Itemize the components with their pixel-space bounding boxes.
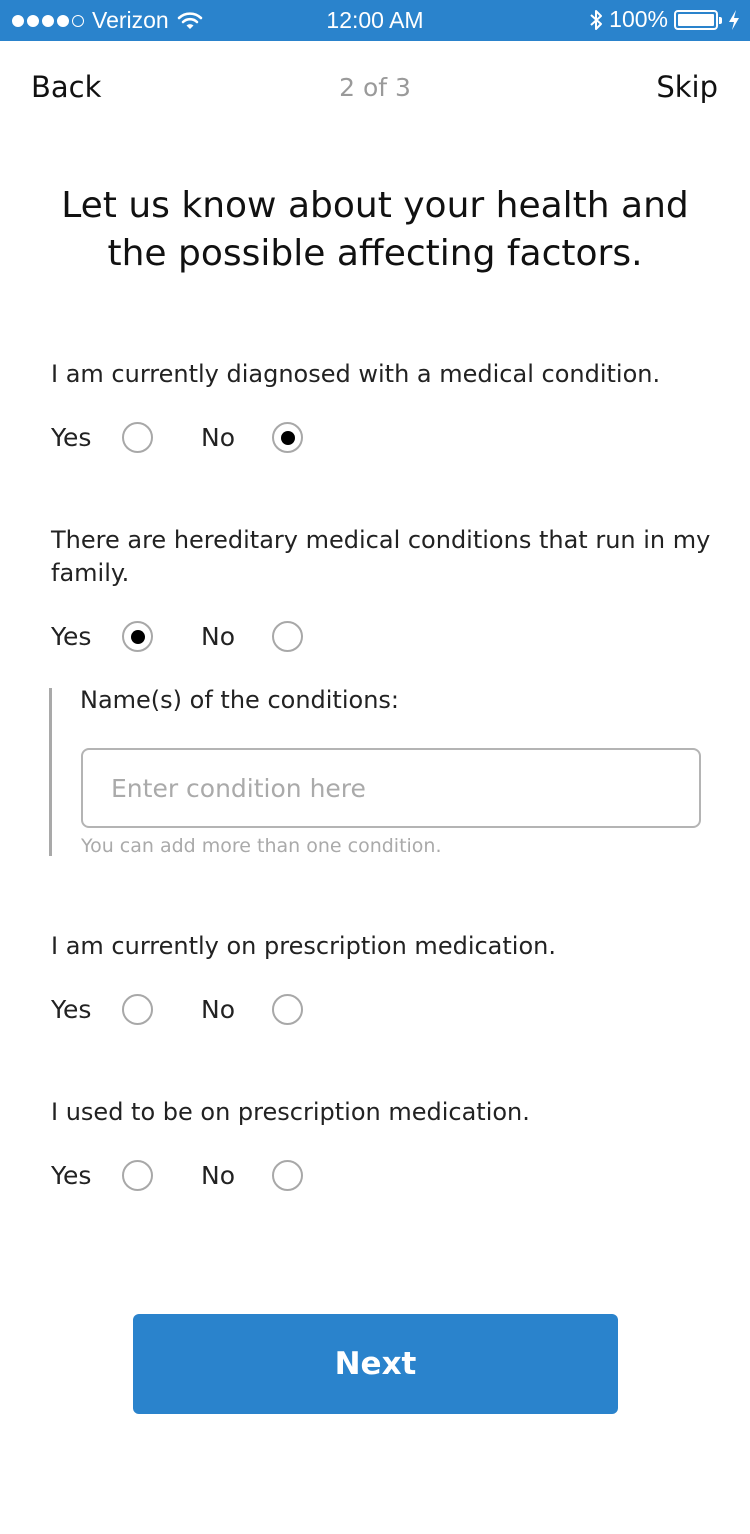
yes-radio[interactable]: [122, 621, 153, 652]
battery-percent: 100%: [609, 6, 668, 32]
bluetooth-icon: [590, 9, 603, 30]
status-right: 100%: [589, 6, 740, 33]
status-bar: Verizon 12:00 AM 100%: [0, 0, 750, 41]
no-label: No: [201, 1161, 235, 1190]
yes-label: Yes: [51, 622, 92, 651]
conditions-hint: You can add more than one condition.: [81, 835, 442, 857]
question-text: I am currently diagnosed with a medical …: [51, 360, 661, 388]
no-radio[interactable]: [272, 422, 303, 453]
yes-radio[interactable]: [122, 994, 153, 1025]
step-indicator: 2 of 3: [339, 73, 411, 102]
yes-label: Yes: [51, 995, 92, 1024]
question-text: I used to be on prescription medication.: [51, 1098, 530, 1126]
page-title: Let us know about your health and the po…: [61, 185, 689, 274]
next-button[interactable]: Next: [133, 1314, 618, 1414]
question-text: There are hereditary medical conditions …: [51, 526, 711, 587]
condition-input[interactable]: [81, 748, 701, 828]
yes-radio[interactable]: [122, 422, 153, 453]
question-text: I am currently on prescription medicatio…: [51, 932, 556, 960]
yes-label: Yes: [51, 1161, 92, 1190]
no-radio[interactable]: [272, 994, 303, 1025]
yes-label: Yes: [51, 423, 92, 452]
nav-bar: Back 2 of 3 Skip: [0, 60, 750, 116]
charging-icon: [729, 9, 739, 30]
no-label: No: [201, 423, 235, 452]
battery-icon: [674, 9, 722, 30]
yes-radio[interactable]: [122, 1160, 153, 1191]
conditions-label: Name(s) of the conditions:: [80, 686, 399, 714]
skip-button[interactable]: Skip: [656, 70, 718, 104]
no-label: No: [201, 995, 235, 1024]
no-radio[interactable]: [272, 1160, 303, 1191]
no-radio[interactable]: [272, 621, 303, 652]
no-label: No: [201, 622, 235, 651]
conditions-section: Name(s) of the conditions: You can add m…: [49, 688, 709, 856]
